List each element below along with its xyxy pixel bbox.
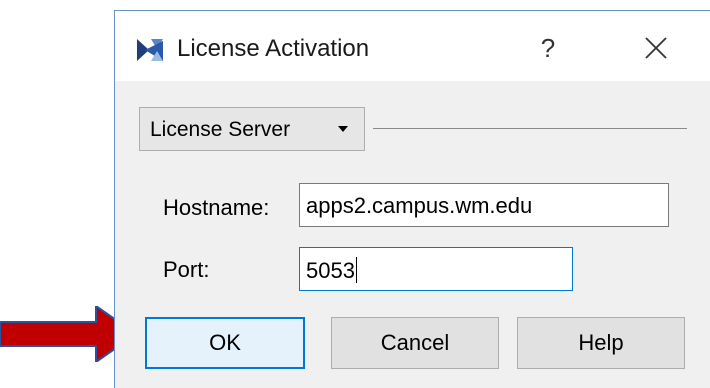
port-value: 5053 [306, 258, 355, 283]
dropdown-arrow-icon [338, 126, 348, 132]
group-separator [373, 128, 687, 129]
license-type-selected: License Server [150, 118, 291, 141]
screenshot-stage: License Activation ? License Server Host… [0, 0, 710, 388]
help-button[interactable]: Help [517, 317, 685, 369]
text-caret [355, 257, 357, 283]
hostname-field[interactable]: apps2.campus.wm.edu [299, 183, 669, 227]
cancel-button[interactable]: Cancel [331, 317, 499, 369]
port-label: Port: [163, 257, 210, 282]
title-bar: License Activation ? [115, 11, 710, 81]
window-title: License Activation [177, 35, 370, 62]
license-activation-dialog: License Activation ? License Server Host… [114, 10, 710, 388]
license-type-dropdown[interactable]: License Server [139, 107, 365, 151]
hostname-value: apps2.campus.wm.edu [306, 193, 533, 218]
license-app-icon [137, 39, 163, 61]
port-field[interactable]: 5053 [299, 247, 573, 291]
help-question-button[interactable]: ? [533, 31, 563, 65]
ok-button[interactable]: OK [145, 317, 305, 369]
hostname-label: Hostname: [163, 195, 270, 220]
close-icon[interactable] [641, 33, 671, 63]
port-value-wrap: 5053 [306, 257, 357, 284]
